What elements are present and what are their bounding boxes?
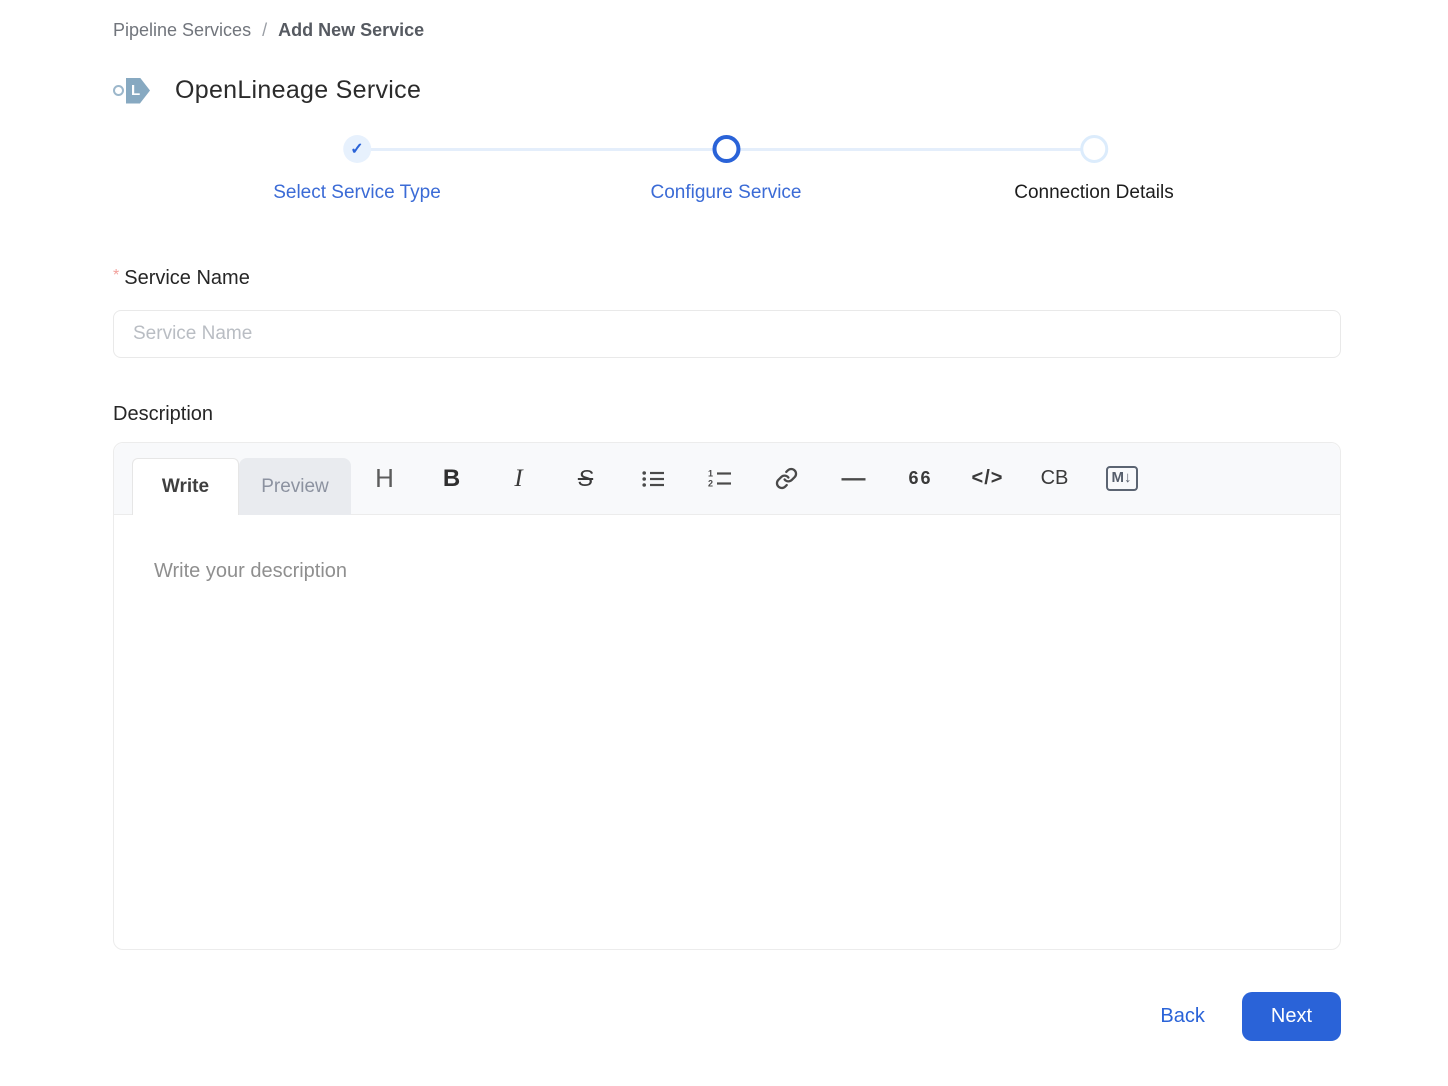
required-asterisk: * [113, 267, 119, 284]
service-name-label: * Service Name [113, 267, 1341, 290]
back-button[interactable]: Back [1160, 1005, 1204, 1028]
service-name-label-text: Service Name [124, 267, 250, 289]
step-pending-circle [1080, 135, 1108, 163]
code-icon[interactable]: </> [954, 443, 1021, 514]
editor-header: Write Preview H B I S [114, 443, 1340, 515]
tab-preview[interactable]: Preview [239, 458, 351, 515]
service-name-input[interactable] [113, 310, 1341, 358]
step-connection-details: Connection Details [1014, 135, 1173, 204]
description-editor: Write Preview H B I S [113, 442, 1341, 950]
editor-tabs: Write Preview [132, 458, 351, 515]
title-row: L OpenLineage Service [113, 76, 1341, 105]
description-field: Description Write Preview H B I S [113, 403, 1341, 950]
step-active-circle [712, 135, 740, 163]
breadcrumb-pipeline-services[interactable]: Pipeline Services [113, 20, 251, 41]
link-icon[interactable] [753, 443, 820, 514]
service-name-field: * Service Name [113, 267, 1341, 358]
step-label-select-service-type: Select Service Type [273, 182, 441, 204]
wizard-stepper: ✓ Select Service Type Configure Service … [113, 135, 1341, 215]
check-icon: ✓ [350, 139, 363, 159]
strikethrough-icon[interactable]: S [552, 443, 619, 514]
page-title: OpenLineage Service [175, 76, 421, 105]
step-completed-circle: ✓ [343, 135, 371, 163]
breadcrumb: Pipeline Services / Add New Service [113, 20, 1341, 41]
description-label: Description [113, 403, 1341, 426]
description-editor-area[interactable]: Write your description [114, 515, 1340, 950]
markdown-icon[interactable]: M↓ [1088, 443, 1155, 514]
breadcrumb-separator: / [262, 20, 267, 41]
description-placeholder: Write your description [154, 560, 1300, 583]
next-button[interactable]: Next [1242, 992, 1341, 1041]
editor-toolbar: H B I S 1 [351, 443, 1155, 514]
numbered-list-icon[interactable]: 1 2 [686, 443, 753, 514]
italic-icon[interactable]: I [485, 443, 552, 514]
tab-write[interactable]: Write [132, 458, 239, 515]
add-new-service-page: Pipeline Services / Add New Service L Op… [0, 0, 1448, 1041]
horizontal-rule-icon[interactable]: — [820, 443, 887, 514]
openlineage-logo-circle [113, 85, 124, 96]
heading-icon[interactable]: H [351, 443, 418, 514]
bullet-list-icon[interactable] [619, 443, 686, 514]
openlineage-logo-icon: L [113, 78, 150, 104]
svg-text:1: 1 [708, 469, 713, 479]
breadcrumb-add-new-service: Add New Service [278, 20, 424, 41]
svg-text:2: 2 [708, 479, 713, 489]
step-configure-service: Configure Service [650, 135, 801, 204]
step-select-service-type: ✓ Select Service Type [273, 135, 441, 204]
bold-icon[interactable]: B [418, 443, 485, 514]
openlineage-logo-letter: L [126, 78, 150, 104]
step-label-configure-service: Configure Service [650, 182, 801, 204]
code-block-icon[interactable]: CB [1021, 443, 1088, 514]
quote-icon[interactable]: 66 [887, 443, 954, 514]
step-label-connection-details: Connection Details [1014, 182, 1173, 204]
wizard-footer: Back Next [113, 992, 1341, 1041]
